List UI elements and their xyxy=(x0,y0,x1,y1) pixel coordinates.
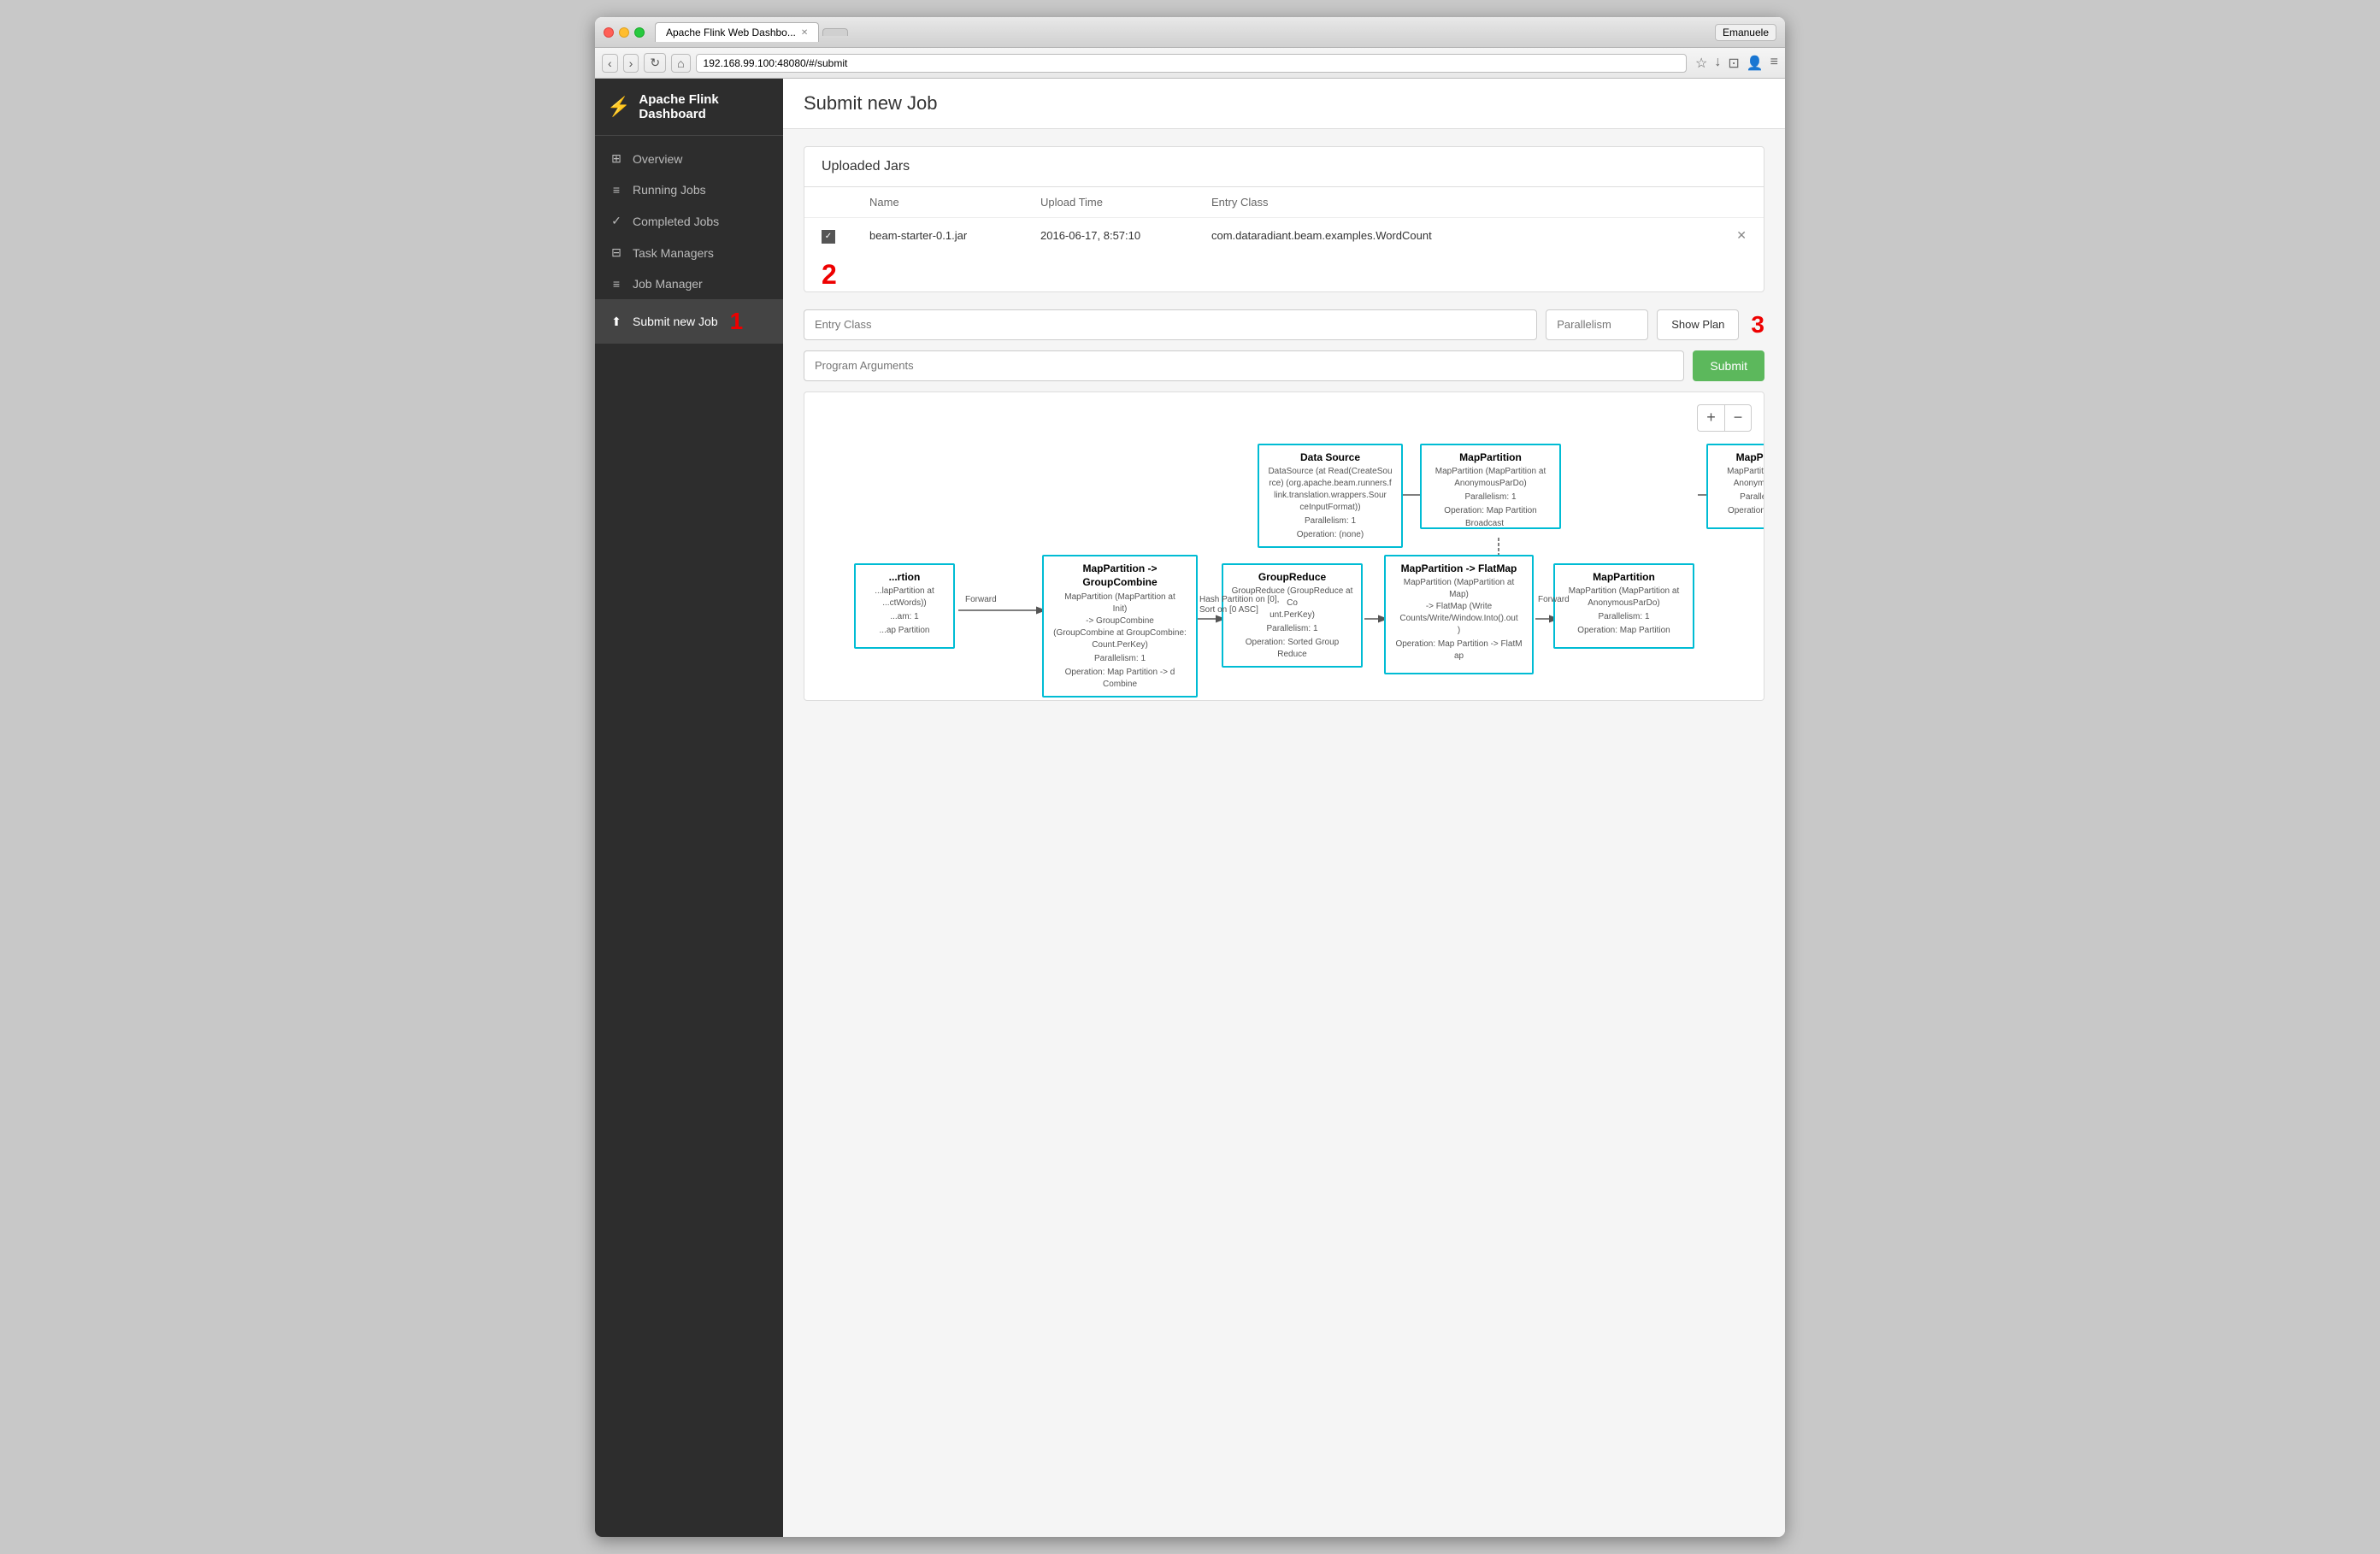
flow-node: MapPartition -> FlatMapMapPartition (Map… xyxy=(1384,555,1534,674)
program-args-input[interactable] xyxy=(804,350,1684,381)
content-area: Uploaded Jars Name Upload Time Entry Cla… xyxy=(783,129,1785,1537)
flow-node: MapParti...MapPartition (MapAnonymousP..… xyxy=(1706,444,1764,529)
flow-node: MapPartitionMapPartition (MapPartition a… xyxy=(1553,563,1694,649)
fullscreen-button[interactable] xyxy=(634,27,645,38)
close-button[interactable] xyxy=(604,27,614,38)
uploaded-jars-header: Uploaded Jars xyxy=(804,147,1764,187)
download-icon[interactable]: ↓ xyxy=(1714,55,1721,72)
new-tab[interactable] xyxy=(822,28,848,36)
title-bar: Apache Flink Web Dashbo... ✕ Emanuele xyxy=(595,17,1785,48)
jar-entry-class: com.dataradiant.beam.examples.WordCount xyxy=(1194,218,1719,254)
nav-bar: ‹ › ↻ ⌂ ☆ ↓ ⊡ 👤 ≡ xyxy=(595,48,1785,79)
completed-jobs-icon: ✓ xyxy=(609,214,624,228)
parallelism-input[interactable] xyxy=(1546,309,1648,340)
window-icon[interactable]: ⊡ xyxy=(1728,55,1739,72)
flow-label-forward-2: Forward xyxy=(1538,595,1570,604)
jar-name: beam-starter-0.1.jar xyxy=(852,218,1023,254)
overview-icon: ⊞ xyxy=(609,151,624,166)
flow-label-forward-1: Forward xyxy=(965,595,997,604)
sidebar-item-label-submit: Submit new Job xyxy=(633,315,718,328)
brand-label: Apache Flink Dashboard xyxy=(639,92,771,121)
flow-node: MapPartition -> GroupCombineMapPartition… xyxy=(1042,555,1198,698)
submit-job-icon: ⬆ xyxy=(609,315,624,329)
sidebar-nav: ⊞ Overview ≡ Running Jobs ✓ Completed Jo… xyxy=(595,136,783,350)
active-tab[interactable]: Apache Flink Web Dashbo... ✕ xyxy=(655,22,819,42)
sidebar-item-overview[interactable]: ⊞ Overview xyxy=(595,143,783,174)
jar-delete-cell[interactable]: ✕ xyxy=(1719,218,1764,254)
tab-bar: Apache Flink Web Dashbo... ✕ xyxy=(655,22,1715,42)
sidebar-item-label-overview: Overview xyxy=(633,152,682,166)
menu-icon[interactable]: ≡ xyxy=(1770,55,1778,72)
app-layout: ⚡ Apache Flink Dashboard ⊞ Overview ≡ Ru… xyxy=(595,79,1785,1537)
submit-button[interactable]: Submit xyxy=(1693,350,1764,381)
sidebar-item-submit-job[interactable]: ⬆ Submit new Job 1 xyxy=(595,299,783,344)
tab-close-icon[interactable]: ✕ xyxy=(801,28,808,38)
home-button[interactable]: ⌂ xyxy=(671,54,690,73)
uploaded-jars-card: Uploaded Jars Name Upload Time Entry Cla… xyxy=(804,146,1764,292)
job-manager-icon: ≡ xyxy=(609,277,624,291)
flow-canvas: Data SourceDataSource (at Read(CreateSou… xyxy=(804,392,1764,700)
flow-node: GroupReduceGroupReduce (GroupReduce at C… xyxy=(1222,563,1363,668)
page-header: Submit new Job xyxy=(783,79,1785,129)
sidebar-item-label-completed: Completed Jobs xyxy=(633,215,719,228)
zoom-in-button[interactable]: + xyxy=(1697,404,1724,432)
sidebar-item-label-task: Task Managers xyxy=(633,246,714,260)
col-header-entry: Entry Class xyxy=(1194,187,1719,218)
flow-node: ...rtion...lapPartition at...ctWords))..… xyxy=(854,563,955,649)
back-button[interactable]: ‹ xyxy=(602,54,618,73)
jar-checkbox[interactable]: ✓ xyxy=(822,230,835,244)
annotation-1: 1 xyxy=(730,308,744,335)
person-icon[interactable]: 👤 xyxy=(1747,55,1764,72)
show-plan-button[interactable]: Show Plan xyxy=(1657,309,1739,340)
page-title: Submit new Job xyxy=(804,92,1764,115)
forward-button[interactable]: › xyxy=(623,54,639,73)
traffic-lights xyxy=(604,27,645,38)
tab-title: Apache Flink Web Dashbo... xyxy=(666,26,796,38)
col-header-time: Upload Time xyxy=(1023,187,1194,218)
annotation-3: 3 xyxy=(1751,311,1764,338)
user-button[interactable]: Emanuele xyxy=(1715,24,1776,41)
nav-icons: ☆ ↓ ⊡ 👤 ≡ xyxy=(1695,55,1778,72)
address-bar[interactable] xyxy=(696,54,1687,73)
sidebar-item-label-job-manager: Job Manager xyxy=(633,277,703,291)
flow-node: MapPartitionMapPartition (MapPartition a… xyxy=(1420,444,1561,529)
col-header-name: Name xyxy=(852,187,1023,218)
jar-delete-icon[interactable]: ✕ xyxy=(1736,228,1747,242)
annotation-2: 2 xyxy=(804,254,1764,291)
sidebar-item-job-manager[interactable]: ≡ Job Manager xyxy=(595,268,783,299)
flow-label-hash: Hash Partition on [0], xyxy=(1199,595,1279,604)
zoom-out-button[interactable]: − xyxy=(1724,404,1752,432)
running-jobs-icon: ≡ xyxy=(609,183,624,197)
main-content: Submit new Job Uploaded Jars Name Upload… xyxy=(783,79,1785,1537)
sidebar-item-task-managers[interactable]: ⊟ Task Managers xyxy=(595,237,783,268)
col-header-checkbox xyxy=(804,187,852,218)
zoom-controls: + − xyxy=(1697,404,1752,432)
reload-button[interactable]: ↻ xyxy=(644,53,666,73)
flow-node: Data SourceDataSource (at Read(CreateSou… xyxy=(1258,444,1403,549)
sidebar: ⚡ Apache Flink Dashboard ⊞ Overview ≡ Ru… xyxy=(595,79,783,1537)
bookmark-icon[interactable]: ☆ xyxy=(1695,55,1707,72)
form-entry-row: Show Plan 3 xyxy=(804,309,1764,340)
plan-card: + − xyxy=(804,391,1764,701)
flow-label-broadcast: Broadcast xyxy=(1465,519,1504,528)
entry-class-input[interactable] xyxy=(804,309,1537,340)
browser-window: Apache Flink Web Dashbo... ✕ Emanuele ‹ … xyxy=(595,17,1785,1537)
sidebar-brand: ⚡ Apache Flink Dashboard xyxy=(595,79,783,136)
brand-icon: ⚡ xyxy=(607,96,630,118)
flow-label-hash2: Sort on [0 ASC] xyxy=(1199,605,1258,615)
form-args-row: Submit xyxy=(804,350,1764,381)
sidebar-item-completed-jobs[interactable]: ✓ Completed Jobs xyxy=(595,205,783,237)
sidebar-item-running-jobs[interactable]: ≡ Running Jobs xyxy=(595,174,783,205)
jar-table-row: ✓ beam-starter-0.1.jar 2016-06-17, 8:57:… xyxy=(804,218,1764,254)
minimize-button[interactable] xyxy=(619,27,629,38)
jar-table: Name Upload Time Entry Class ✓ beam-star… xyxy=(804,187,1764,254)
jar-checkbox-cell[interactable]: ✓ xyxy=(804,218,852,254)
task-managers-icon: ⊟ xyxy=(609,245,624,260)
jar-upload-time: 2016-06-17, 8:57:10 xyxy=(1023,218,1194,254)
sidebar-item-label-running: Running Jobs xyxy=(633,183,706,197)
